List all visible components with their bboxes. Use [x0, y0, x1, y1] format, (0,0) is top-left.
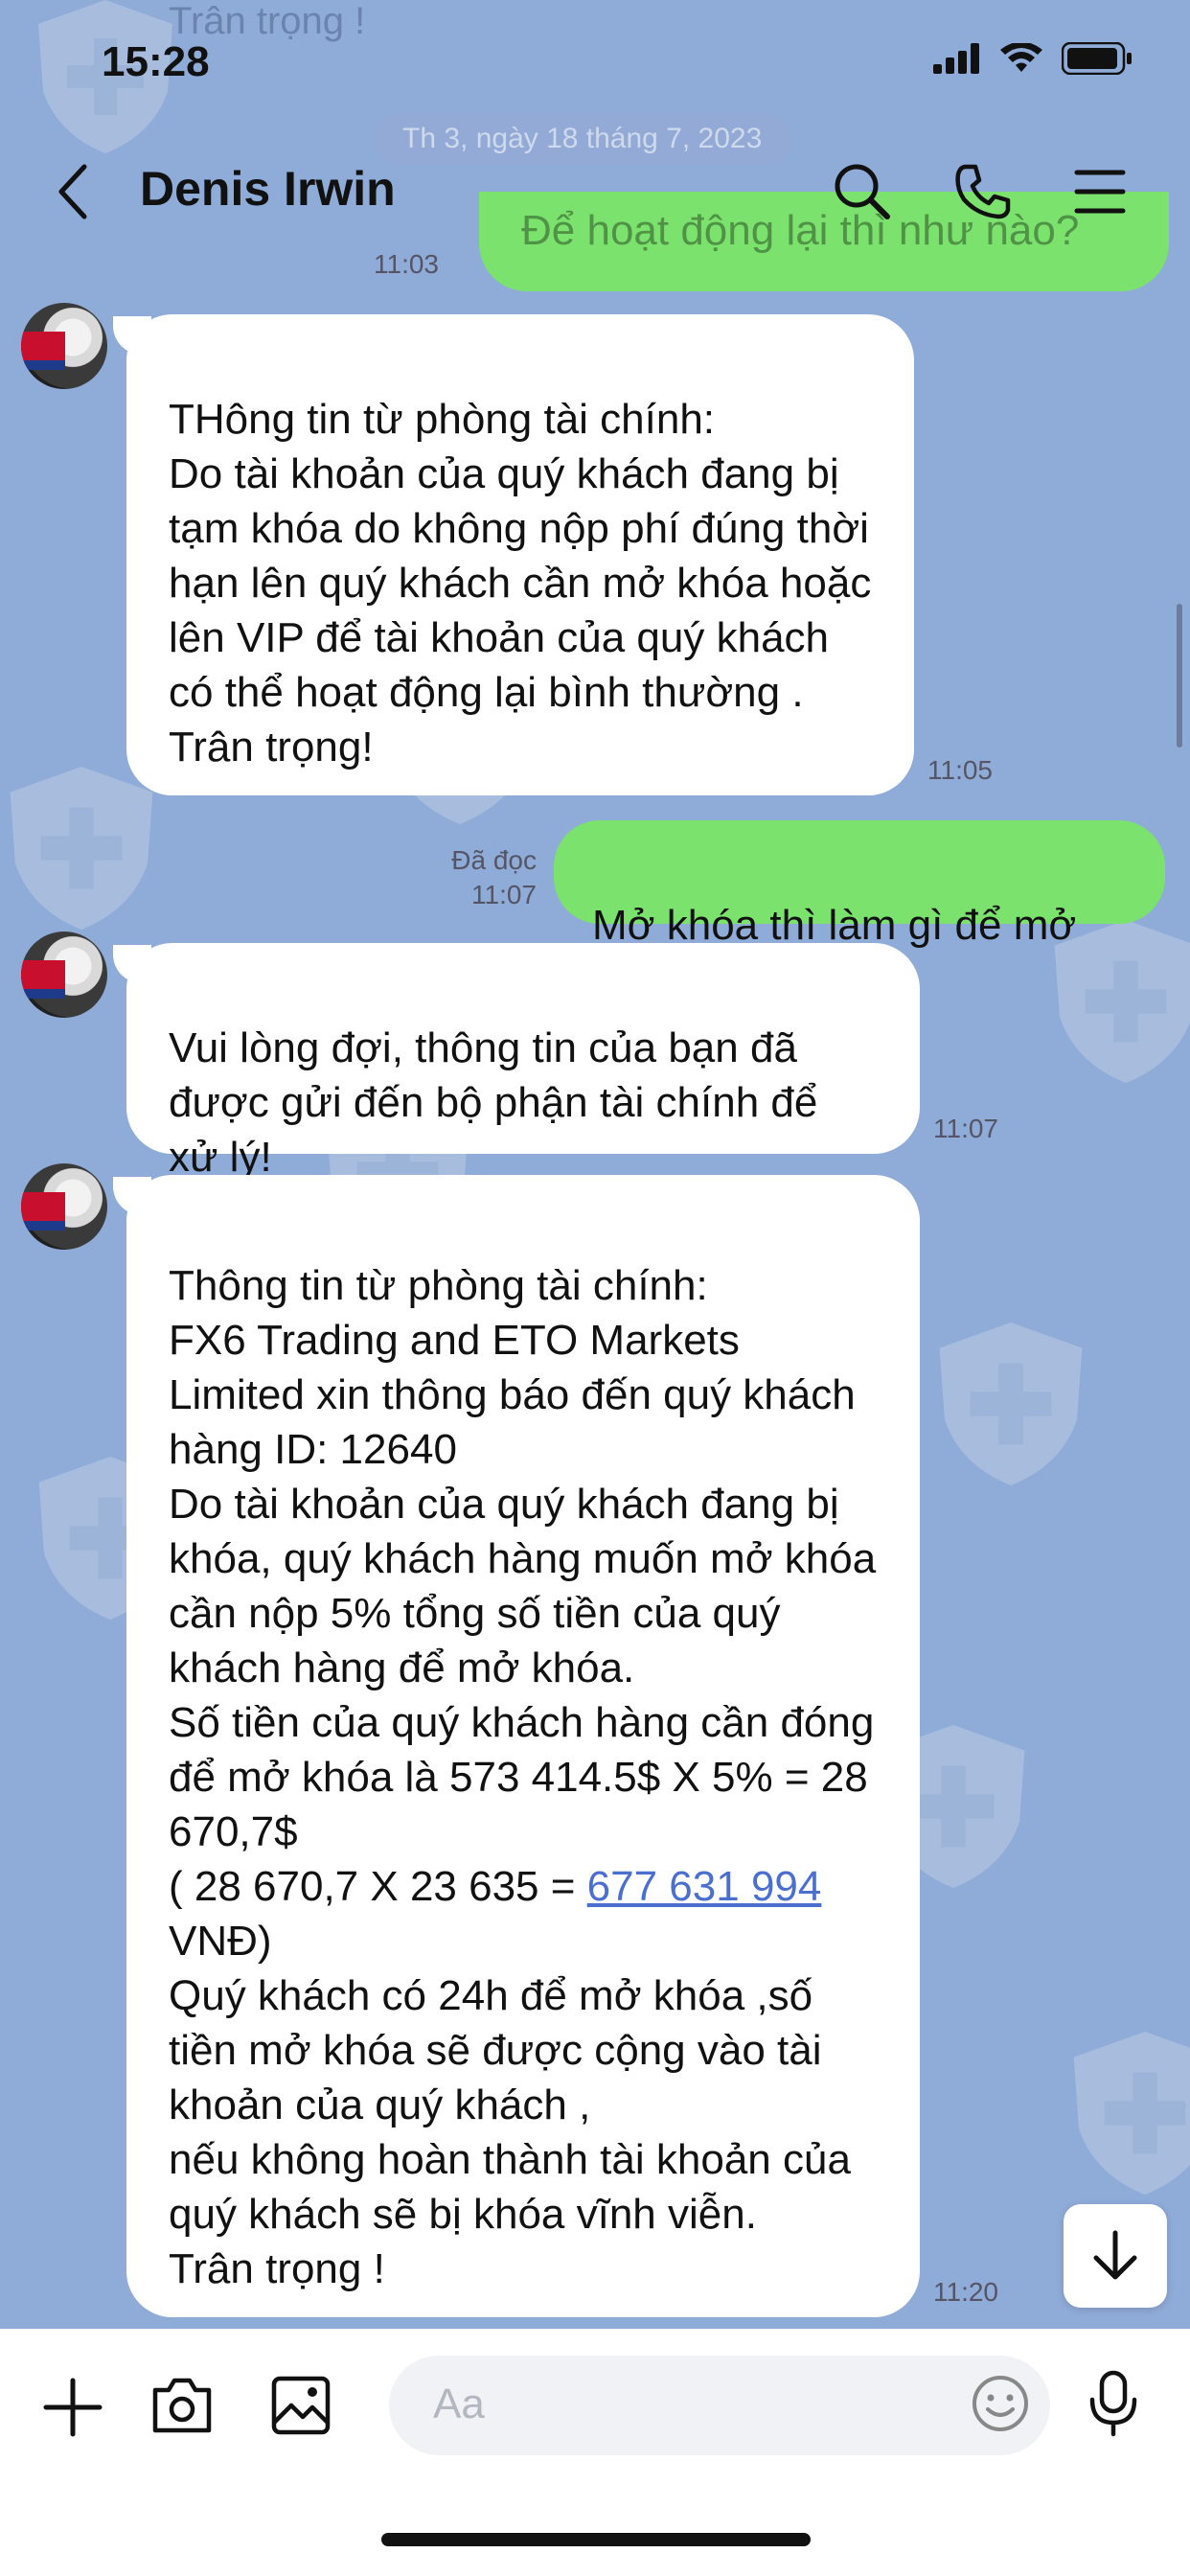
avatar[interactable] [21, 303, 107, 389]
partial-message-time: 11:03 [374, 249, 439, 279]
wifi-icon [1000, 43, 1042, 72]
message-time: 11:20 [933, 2277, 998, 2307]
message-text-cont: VNĐ) Quý khách có 24h để mở khóa ,số tiề… [169, 1918, 851, 2292]
message-bubble[interactable]: Vui lòng đợi, thông tin của bạn đã được … [126, 943, 920, 1181]
message-bubble[interactable]: THông tin từ phòng tài chính: Do tài kho… [126, 314, 914, 795]
amount-link[interactable]: 677 631 994 [587, 1863, 822, 1910]
home-indicator[interactable] [381, 2533, 811, 2546]
camera-icon[interactable] [149, 2375, 215, 2436]
partial-outgoing-bubble: Để hoạt động lại thì như nào? [479, 192, 1169, 291]
message-input-placeholder: Aa [433, 2380, 485, 2427]
scrollbar[interactable] [1177, 604, 1182, 748]
read-status: Đã đọc [451, 845, 537, 875]
arrow-down-icon [1093, 2230, 1137, 2280]
watermark-shield-icon [1073, 2032, 1190, 2195]
scroll-down-button[interactable] [1064, 2204, 1167, 2308]
previous-message-text: Trân trọng ! [169, 0, 366, 42]
message-time: 11:07 [471, 880, 537, 909]
message-time: 11:07 [933, 1114, 998, 1143]
plus-icon[interactable] [42, 2377, 103, 2438]
watermark-shield-icon [10, 767, 153, 930]
my-message-bubble[interactable]: Mở khóa thì làm gì để mở [554, 820, 1165, 949]
emoji-icon[interactable] [970, 2373, 1031, 2434]
message-bubble[interactable]: Thông tin từ phòng tài chính: FX6 Tradin… [126, 1175, 920, 2317]
image-icon[interactable] [270, 2375, 332, 2436]
battery-icon [1062, 42, 1132, 75]
date-separator: Th 3, ngày 18 tháng 7, 2023 [374, 113, 791, 165]
status-time: 15:28 [102, 38, 210, 85]
signal-icon [933, 43, 979, 74]
read-receipt: Đã đọc 11:07 [422, 843, 537, 912]
avatar[interactable] [21, 932, 107, 1018]
watermark-shield-icon [939, 1322, 1083, 1485]
message-text: Thông tin từ phòng tài chính: FX6 Tradin… [169, 1262, 877, 1910]
avatar[interactable] [21, 1163, 107, 1250]
message-text: Vui lòng đợi, thông tin của bạn đã được … [169, 1024, 818, 1181]
menu-icon[interactable] [1073, 165, 1127, 218]
contact-name[interactable]: Denis Irwin [140, 161, 396, 217]
status-icons [933, 42, 1133, 75]
message-text: THông tin từ phòng tài chính: Do tài kho… [169, 396, 872, 770]
message-input[interactable] [389, 2356, 1050, 2455]
mic-icon[interactable] [1087, 2369, 1140, 2438]
search-icon[interactable] [832, 161, 893, 222]
back-icon[interactable] [54, 163, 92, 220]
message-time: 11:05 [927, 755, 993, 785]
phone-icon[interactable] [952, 161, 1014, 222]
message-text: Mở khóa thì làm gì để mở [592, 902, 1077, 949]
